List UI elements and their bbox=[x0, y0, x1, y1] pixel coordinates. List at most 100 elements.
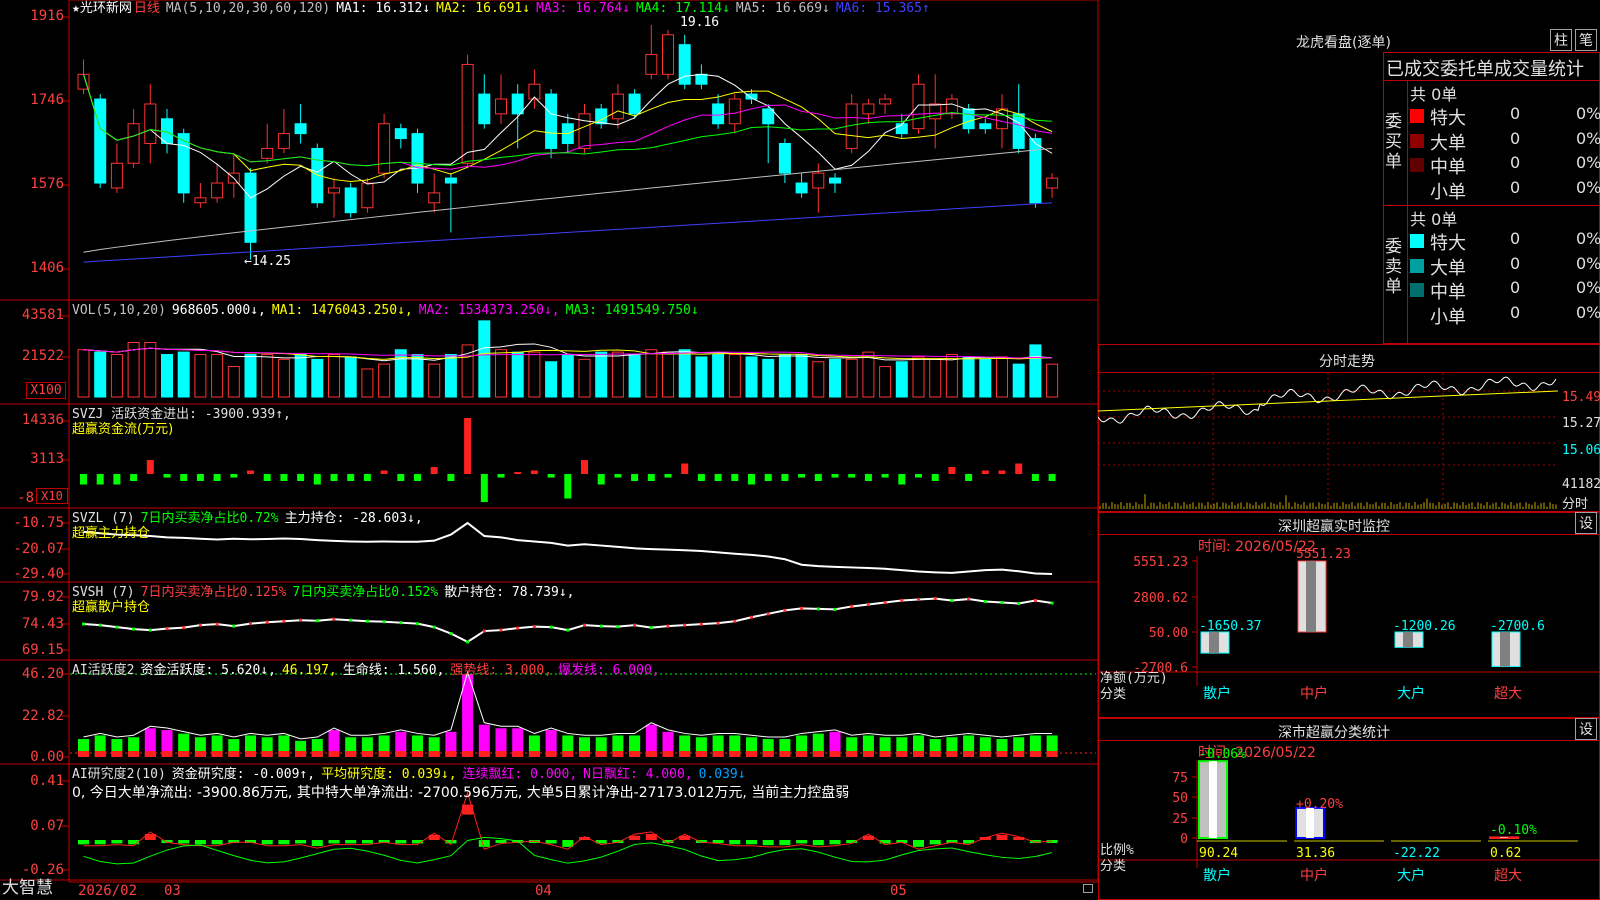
intraday-chart[interactable] bbox=[1098, 373, 1558, 511]
volume-bar bbox=[778, 354, 791, 398]
ai1-line bbox=[83, 670, 1053, 740]
volume-bar bbox=[929, 358, 942, 398]
ai1-base bbox=[361, 751, 373, 757]
candle bbox=[177, 128, 190, 203]
svzj-bar bbox=[196, 474, 204, 481]
ai2-label: AI研究度2(10) bbox=[72, 767, 166, 782]
ai1-base bbox=[1013, 751, 1025, 757]
classify-tick: 25 bbox=[1172, 812, 1188, 827]
candle bbox=[595, 103, 608, 129]
row-percent: 0% bbox=[1576, 177, 1600, 197]
svsh-dot bbox=[399, 621, 403, 625]
row-name: 小单 bbox=[1430, 181, 1466, 203]
monitor-value: -1200.26 bbox=[1393, 619, 1456, 634]
monitor-settings-button[interactable]: 设 bbox=[1575, 512, 1597, 534]
svzj-bar bbox=[764, 474, 772, 481]
volume-bar bbox=[277, 358, 290, 398]
lock-icon[interactable] bbox=[1083, 884, 1093, 893]
volume-bar bbox=[678, 349, 691, 398]
ai1-base bbox=[378, 751, 390, 757]
ai2-message: 0, 今日大单净流出: -3900.86万元, 其中特大单净流出: -2700.… bbox=[72, 785, 850, 801]
candle bbox=[879, 94, 892, 114]
candle bbox=[144, 84, 157, 164]
row-count: 0 bbox=[1510, 153, 1521, 172]
intraday-tick: 15.06 bbox=[1562, 443, 1600, 458]
ai1-base bbox=[128, 751, 140, 757]
bar-mode-button[interactable]: 柱 bbox=[1550, 29, 1572, 51]
svzj-bar bbox=[247, 470, 254, 474]
volume-bar bbox=[194, 354, 207, 398]
candle bbox=[862, 99, 875, 124]
row-name: 中单 bbox=[1430, 157, 1466, 178]
svzj-bar bbox=[814, 474, 822, 481]
volume-bar bbox=[662, 351, 674, 398]
ai2-bar bbox=[295, 840, 307, 844]
svzj-bar bbox=[564, 474, 572, 499]
volume-bar bbox=[1029, 344, 1042, 398]
ai2-bar bbox=[211, 840, 223, 845]
ai1-base bbox=[979, 751, 991, 757]
ai1-base bbox=[211, 751, 223, 757]
candle bbox=[545, 89, 558, 159]
svsh-dot bbox=[599, 624, 603, 628]
ai1-base bbox=[445, 751, 457, 757]
period-label[interactable]: 日线 bbox=[134, 1, 160, 16]
kline-chart-area[interactable]: 19.16 ←14.25 bbox=[0, 0, 1100, 900]
monitor-tick: 50.00 bbox=[1149, 626, 1188, 641]
volume-bar bbox=[628, 354, 641, 398]
price-low-annot: ←14.25 bbox=[244, 254, 291, 269]
svzj-bar bbox=[697, 474, 705, 481]
monitor-tick: 5551.23 bbox=[1133, 555, 1188, 570]
svsh-sub: 超赢散户持仓 bbox=[72, 600, 151, 615]
ai1-tick: 46.20 bbox=[21, 666, 64, 682]
candle bbox=[227, 153, 240, 198]
ai2-bar bbox=[478, 840, 490, 847]
ai2-bar bbox=[545, 840, 557, 844]
star-icon[interactable]: ★ bbox=[72, 1, 80, 16]
classify-change: -0.10% bbox=[1490, 823, 1537, 838]
volume-bar bbox=[177, 351, 190, 398]
ai1-base bbox=[528, 751, 540, 757]
ai1-base bbox=[178, 751, 190, 757]
candle bbox=[294, 103, 307, 144]
svzj-bar bbox=[263, 474, 271, 481]
volume-bar bbox=[211, 354, 224, 398]
row-count: 0 bbox=[1510, 278, 1521, 297]
svsh-dot bbox=[633, 623, 637, 627]
intraday-label: 分时 bbox=[1562, 497, 1589, 512]
ai1-base bbox=[1029, 751, 1041, 757]
legend-swatch bbox=[1410, 258, 1424, 273]
svzj-bar bbox=[80, 474, 87, 485]
ai2-n-red: N日飘红: 4.000, bbox=[583, 767, 693, 782]
svsh-dot bbox=[699, 622, 703, 626]
candle bbox=[378, 113, 391, 179]
row-count: 0 bbox=[1510, 229, 1521, 248]
kline-header: ★光环新网 日线 MA(5,10,20,30,60,120) MA1: 16.312↓… bbox=[72, 2, 942, 16]
candle bbox=[1029, 133, 1042, 208]
ai1-base bbox=[111, 751, 123, 757]
svzj-bar bbox=[447, 474, 455, 481]
intraday-title: 分时走势 bbox=[1319, 354, 1375, 370]
stroke-mode-button[interactable]: 笔 bbox=[1575, 29, 1597, 51]
row-name: 特大 bbox=[1430, 233, 1466, 254]
ai1-base bbox=[161, 751, 173, 757]
ai1-base bbox=[245, 751, 256, 757]
classify-change: +0.20% bbox=[1296, 797, 1343, 812]
svsh-dot bbox=[365, 619, 369, 623]
dragon-tabs[interactable]: 已成交委托单成交量统计 bbox=[1386, 55, 1584, 81]
ma-legend-4: MA4: 17.114↓ bbox=[636, 1, 730, 16]
intraday-price-line bbox=[1098, 376, 1557, 424]
monitor-bar bbox=[1297, 560, 1327, 633]
svsh-dot bbox=[766, 612, 770, 616]
svsh-dot bbox=[783, 608, 787, 612]
ai1-base bbox=[345, 751, 357, 757]
svzj-bar bbox=[547, 474, 555, 478]
svsh-dot bbox=[933, 597, 937, 601]
legend-swatch bbox=[1410, 133, 1424, 148]
svsh-line bbox=[83, 597, 1053, 644]
ai1-base bbox=[963, 751, 975, 757]
svzj-bar bbox=[831, 474, 839, 478]
volume-bar bbox=[161, 354, 173, 398]
ai1-base bbox=[261, 751, 273, 757]
classify-settings-button[interactable]: 设 bbox=[1575, 718, 1597, 740]
